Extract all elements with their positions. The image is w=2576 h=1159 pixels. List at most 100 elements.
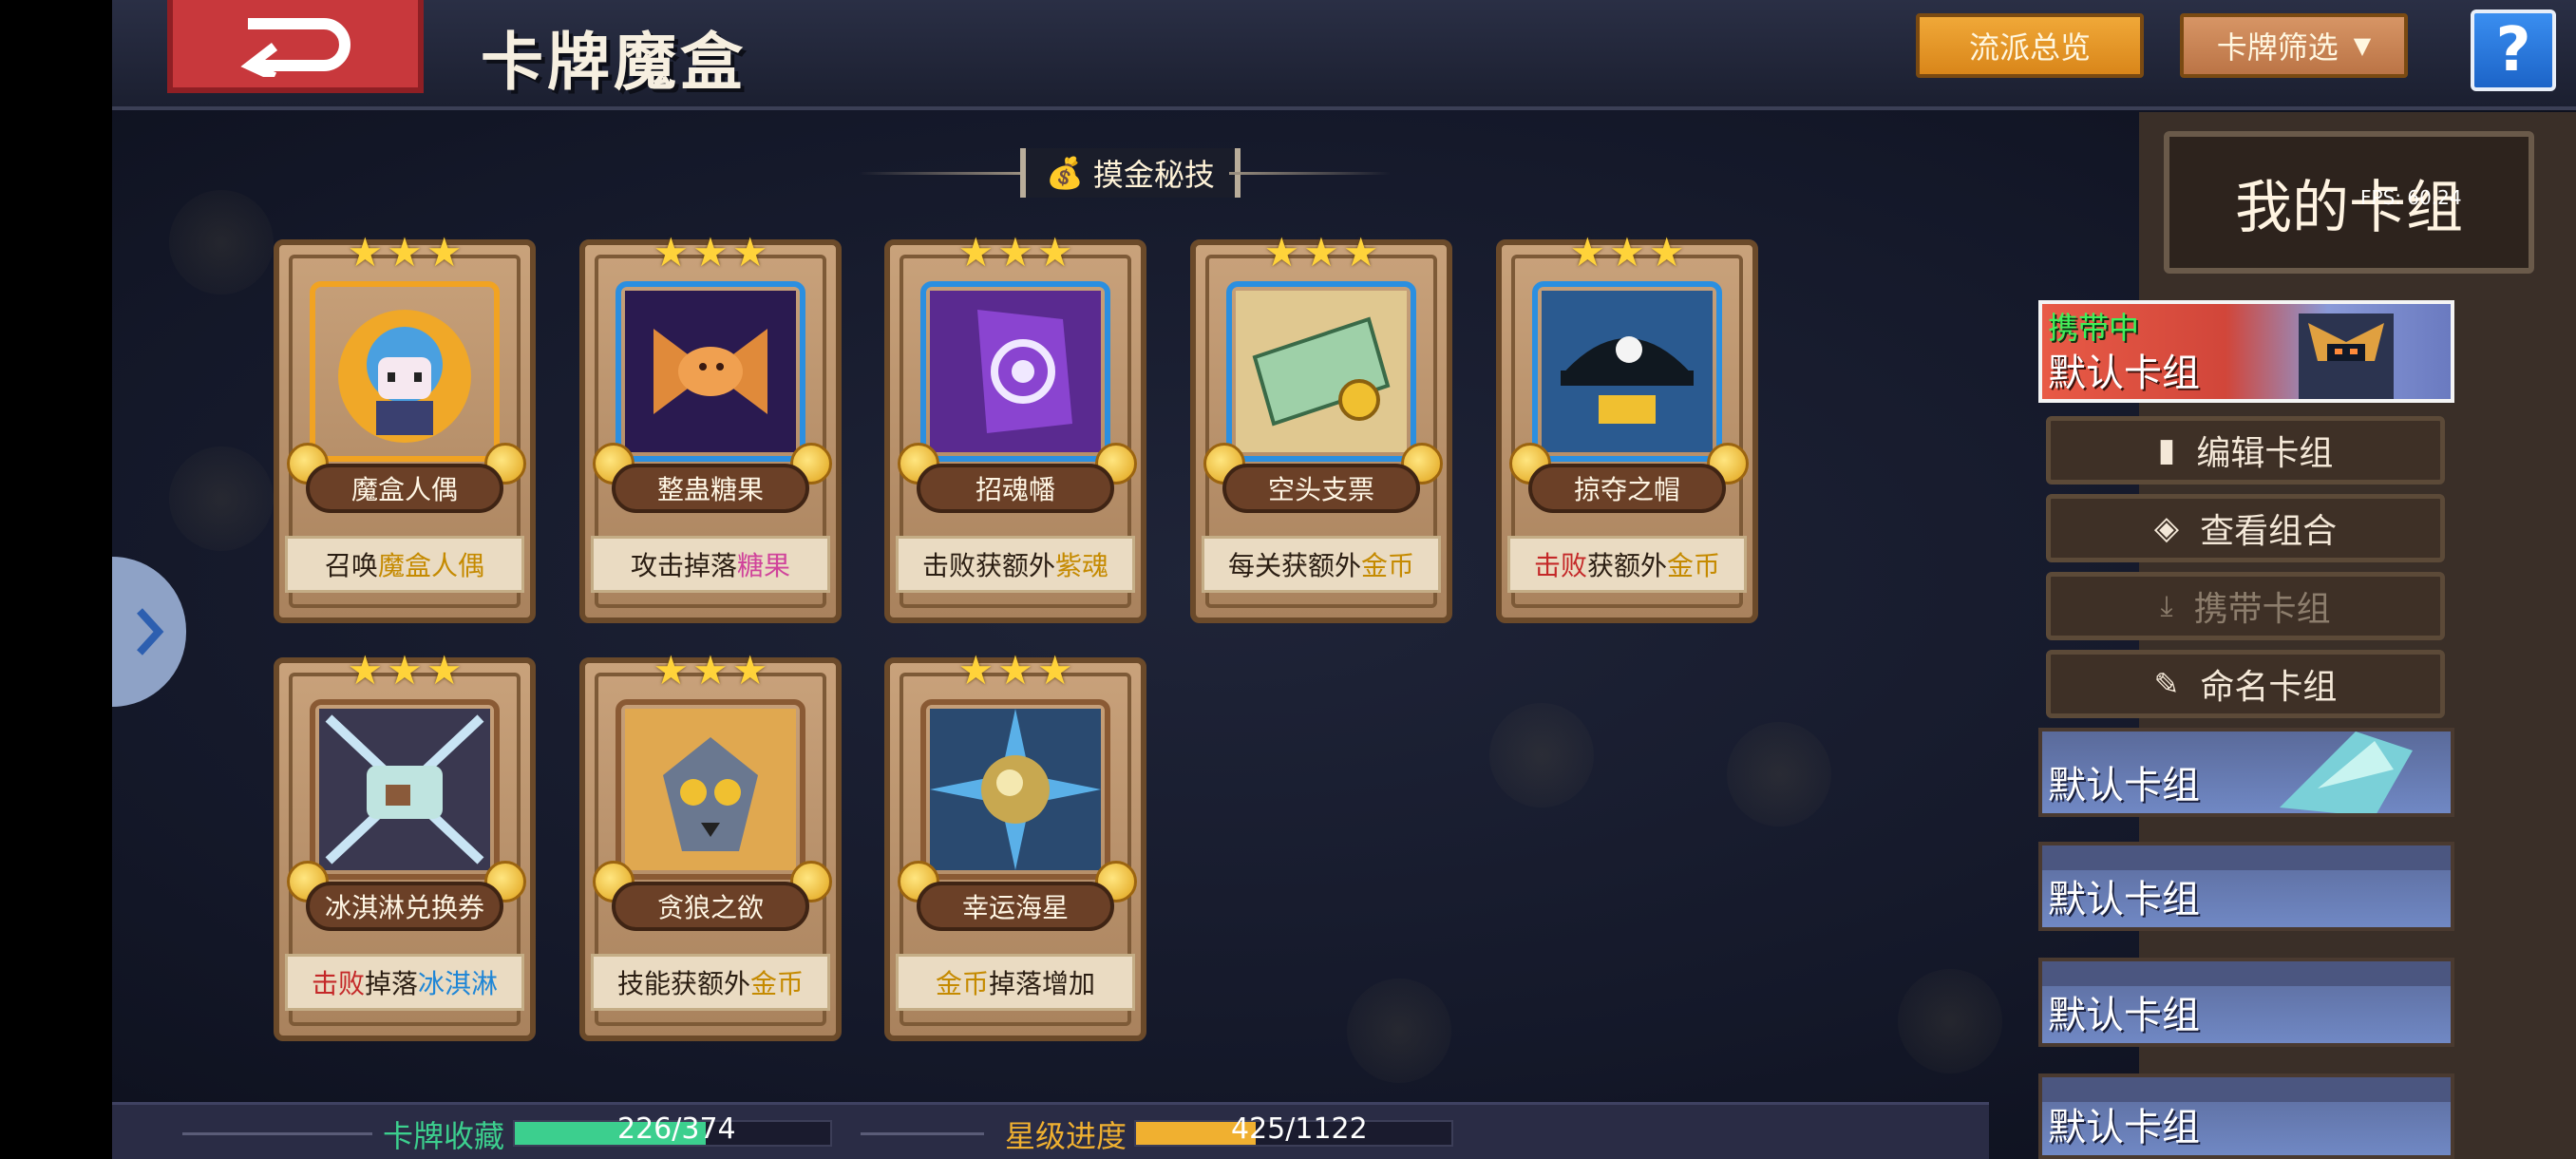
carry-deck-button[interactable]: ⤓ 携带卡组 [2046,572,2445,640]
carry-deck-label: 携带卡组 [2193,590,2331,629]
star-icon: ★ [731,647,768,694]
card-item[interactable]: ★ ★ ★ 贪狼之欲 技能获额外 金币 [579,650,842,1041]
description-fragment: 糖果 [737,550,791,581]
section-title: 摸金秘技 [1092,157,1215,193]
help-button[interactable]: ? [2471,10,2556,91]
card-name: 冰淇淋兑换券 [306,882,503,931]
star-icon: ★ [1303,229,1339,276]
description-fragment: 击败 [311,968,365,999]
deck-slot[interactable]: 默认卡组 [2038,728,2454,817]
star-icon: ★ [426,647,463,694]
divider [861,1132,984,1135]
card-name: 整蛊糖果 [612,464,809,513]
deck-slot[interactable]: 默认卡组 [2038,842,2454,931]
star-progress-value: 425/1122 [1231,1112,1368,1146]
description-fragment: 技能获额外 [616,968,750,999]
deck-slot[interactable]: 默认卡组 [2038,958,2454,1047]
star-icon: ★ [997,229,1033,276]
deck-panel-title: 我的卡组 [2164,131,2534,274]
description-fragment: 金币 [1361,550,1415,581]
star-rating: ★ ★ ★ [338,232,471,274]
deck-name: 默认卡组 [2048,878,2200,922]
top-bar: 卡牌魔盒 流派总览 卡牌筛选 ▼ ? [112,0,2576,110]
deck-slot[interactable]: 默认卡组 [2038,1074,2454,1159]
star-icon: ★ [426,229,463,276]
card-description: 击败 获额外 金币 [1507,536,1747,593]
star-icon: ★ [387,647,423,694]
divider [1229,172,1391,175]
star-icon: ★ [1342,229,1379,276]
description-fragment: 召唤 [324,550,378,581]
card-item[interactable]: ★ ★ ★ 幸运海星 金币 掉落增加 [884,650,1146,1041]
style-overview-label: 流派总览 [1968,29,2091,66]
card-description: 技能获额外 金币 [591,954,830,1011]
card-item[interactable]: ★ ★ ★ 冰淇淋兑换券 击败 掉落 冰淇淋 [274,650,536,1041]
back-arrow-icon [240,18,350,77]
chevron-down-icon: ▼ [2353,32,2372,59]
star-icon: ★ [347,229,384,276]
star-rating: ★ ★ ★ [949,650,1082,692]
active-deck-slot[interactable]: 携带中 默认卡组 [2038,300,2454,403]
card-name: 幸运海星 [917,882,1114,931]
description-fragment: 金币 [935,968,989,999]
card-description: 攻击掉落 糖果 [591,536,830,593]
star-icon: ★ [347,647,384,694]
star-icon: ★ [692,647,729,694]
description-fragment: 紫魂 [1055,550,1109,581]
star-icon: ★ [997,647,1033,694]
card-item[interactable]: ★ ★ ★ 魔盒人偶 召唤 魔盒人偶 [274,232,536,623]
collection-label: 卡牌收藏 [383,1118,505,1154]
deck-name: 默认卡组 [2048,994,2200,1037]
deck-name: 默认卡组 [2048,1106,2200,1150]
collection-value: 226/374 [617,1112,736,1146]
card-filter-dropdown[interactable]: 卡牌筛选 ▼ [2180,13,2408,78]
pencil-icon: ✎ [2153,666,2180,702]
edit-deck-button[interactable]: ▮ 编辑卡组 [2046,416,2445,484]
card-description: 每关获额外 金币 [1202,536,1441,593]
star-icon: ★ [1036,647,1073,694]
star-rating: ★ ★ ★ [1255,232,1388,274]
description-fragment: 击败 [1533,550,1587,581]
card-name: 贪狼之欲 [612,882,809,931]
star-rating: ★ ★ ★ [1561,232,1694,274]
star-icon: ★ [1263,229,1300,276]
style-overview-button[interactable]: 流派总览 [1916,13,2144,78]
card-item[interactable]: ★ ★ ★ 整蛊糖果攻击掉落 糖果 [579,232,842,623]
card-art [310,281,500,462]
robot-hero-portrait [2299,314,2394,399]
description-fragment: 魔盒人偶 [378,550,485,581]
card-item[interactable]: ★ ★ ★ 掠夺之帽 击败 获额外 金币 [1496,232,1758,623]
star-icon: ★ [692,229,729,276]
card-name: 招魂幡 [917,464,1114,513]
card-art [616,281,805,462]
back-button[interactable] [167,0,424,93]
edit-deck-label: 编辑卡组 [2196,434,2334,473]
rename-deck-button[interactable]: ✎ 命名卡组 [2046,650,2445,718]
chevron-right-icon [137,608,164,656]
description-fragment: 金币 [1667,550,1721,581]
description-fragment: 击败获额外 [921,550,1055,581]
star-progress-label: 星级进度 [1005,1118,1127,1154]
rename-deck-label: 命名卡组 [2200,668,2338,707]
view-combo-button[interactable]: ◈ 查看组合 [2046,494,2445,562]
treasure-bag-icon: 💰 [1046,155,1084,191]
side-expand-tab[interactable] [112,557,186,707]
card-art [1226,281,1416,462]
card-art [920,699,1110,880]
description-fragment: 获额外 [1586,550,1667,581]
page-title: 卡牌魔盒 [481,26,747,99]
star-rating: ★ ★ ★ [644,232,777,274]
star-icon: ★ [731,229,768,276]
card-item[interactable]: ★ ★ ★ 招魂幡击败获额外 紫魂 [884,232,1146,623]
card-name: 空头支票 [1222,464,1420,513]
fps-counter: FPS: 60.24 [2360,186,2462,209]
eye-icon: ◈ [2153,509,2180,547]
description-fragment: 每关获额外 [1227,550,1361,581]
star-icon: ★ [653,647,690,694]
card-description: 击败获额外 紫魂 [896,536,1135,593]
star-icon: ★ [387,229,423,276]
active-deck-name: 默认卡组 [2048,352,2200,395]
star-rating: ★ ★ ★ [949,232,1082,274]
card-item[interactable]: ★ ★ ★ 空头支票 每关获额外 金币 [1190,232,1452,623]
card-filter-label: 卡牌筛选 [2216,29,2339,66]
